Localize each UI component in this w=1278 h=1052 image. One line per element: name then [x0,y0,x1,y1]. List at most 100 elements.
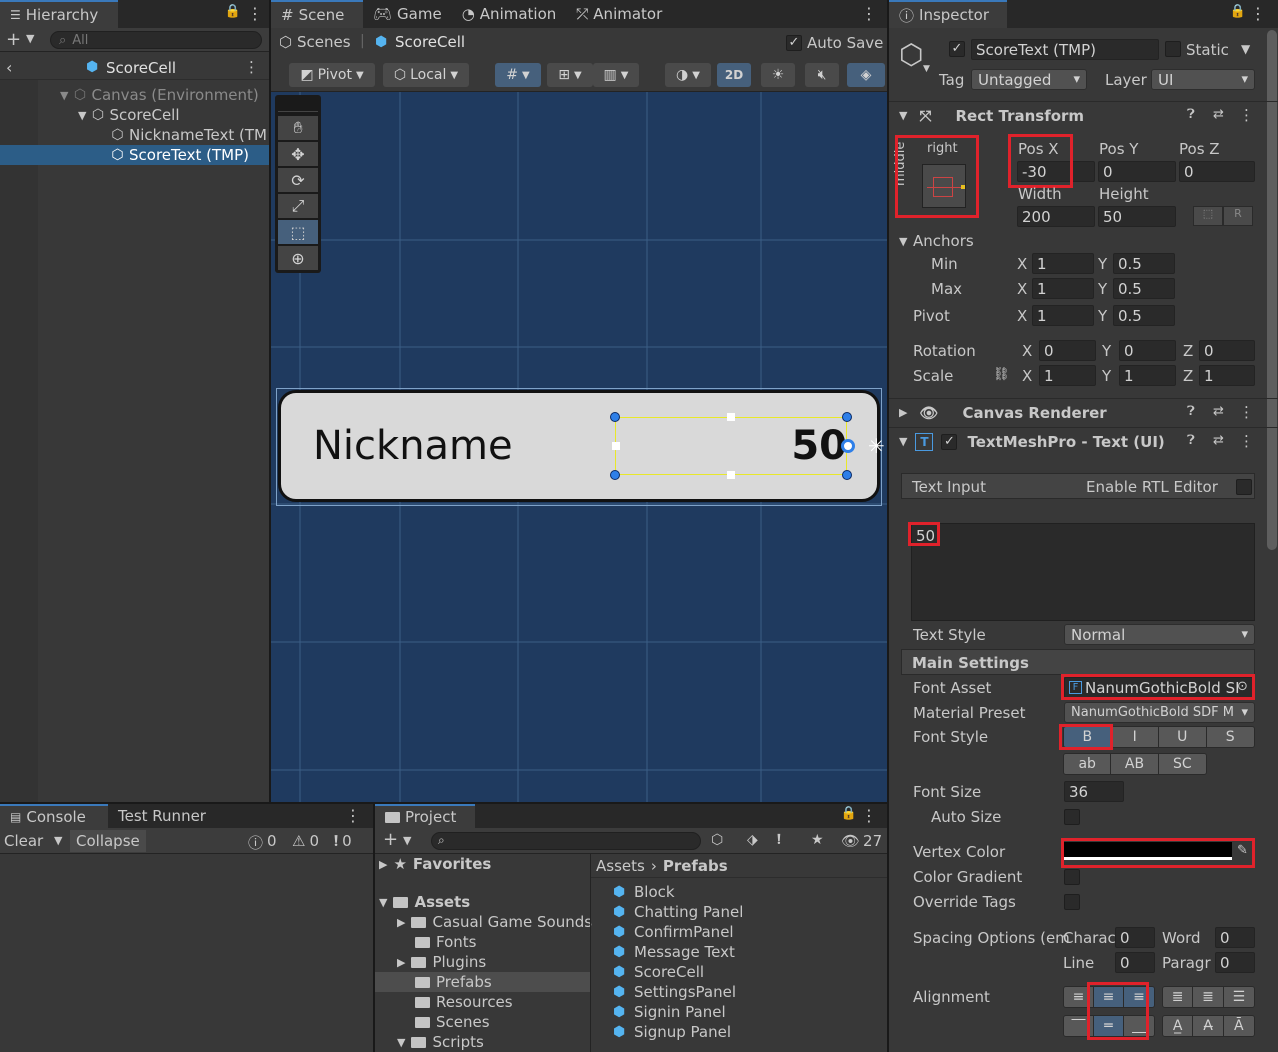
chevron-down-icon[interactable]: ▼ [54,834,62,847]
breadcrumb-prefabs[interactable]: Prefabs [663,857,728,875]
strikethrough-button[interactable]: S [1206,727,1254,747]
capline-button[interactable]: Ā [1223,1016,1254,1036]
label-icon[interactable]: ⬗ [747,832,758,848]
2d-toggle[interactable]: 2D [717,63,751,87]
hierarchy-item-scorecell[interactable]: ▼ ⬡ ScoreCell [0,105,269,125]
justify-button[interactable]: ≣ [1163,987,1194,1007]
foldout-arrow-icon[interactable]: ▼ [899,235,907,248]
kebab-menu-icon[interactable]: ⋮ [861,4,877,23]
move-tool[interactable]: ✥ [278,142,318,166]
align-middle-button[interactable]: ═ [1094,1016,1124,1036]
hand-tool[interactable]: ✋︎ [278,116,318,140]
breadcrumb-scenes[interactable]: Scenes [297,33,351,51]
add-icon[interactable]: + [383,829,398,850]
auto-size-checkbox[interactable] [1064,809,1080,825]
folder-prefabs[interactable]: Prefabs [415,972,492,992]
anchor-min-x-field[interactable]: 1 [1032,253,1094,274]
underline-button[interactable]: U [1159,727,1207,747]
prefab-item[interactable]: ⬢ Chatting Panel [613,902,743,922]
align-top-button[interactable]: ⎺ [1064,1016,1094,1036]
align-right-button[interactable]: ≡ [1124,987,1154,1007]
rtl-checkbox[interactable] [1236,479,1252,495]
ruler-button[interactable]: ▥ ▼ [593,63,639,87]
edge-handle[interactable] [727,471,735,479]
font-size-field[interactable]: 36 [1064,781,1124,802]
breadcrumb-scorecell[interactable]: ScoreCell [395,33,465,51]
help-icon[interactable]: ❓︎ [1187,404,1195,419]
folder-plugins[interactable]: ▶ Plugins [397,952,486,972]
static-checkbox[interactable] [1165,41,1181,57]
help-icon[interactable]: ❓︎ [1187,107,1195,122]
lock-icon[interactable]: 🔒 [1230,4,1246,19]
tab-project[interactable]: Project [375,804,475,828]
kebab-menu-icon[interactable]: ⋮ [1239,403,1254,421]
edge-handle[interactable] [612,442,620,450]
local-dropdown[interactable]: ⬡ Local ▼ [383,63,469,87]
selection-handle[interactable] [610,470,620,480]
anchor-max-x-field[interactable]: 1 [1032,278,1094,299]
star-icon[interactable]: ★ [811,832,824,848]
align-center-button[interactable]: ≡ [1094,987,1124,1007]
baseline-button[interactable]: A̲ [1163,1016,1194,1036]
kebab-menu-icon[interactable]: ⋮ [861,806,877,825]
visibility-count[interactable]: 👁︎ 27 [841,832,882,850]
line-spacing-field[interactable]: 0 [1115,952,1155,973]
override-tags-checkbox[interactable] [1064,894,1080,910]
help-icon[interactable]: ❓︎ [1187,433,1195,448]
search-input[interactable]: ⌕ All [50,31,262,49]
effects-toggle[interactable]: ◈ [847,63,885,87]
prefab-item[interactable]: ⬢ Signin Panel [613,1002,726,1022]
warning-count[interactable]: ⚠ 0 [292,832,319,850]
lighting-toggle[interactable]: ☀ [761,63,795,87]
width-field[interactable]: 200 [1017,206,1095,227]
kebab-menu-icon[interactable]: ⋮ [1239,106,1254,124]
layer-dropdown[interactable]: UI [1151,69,1255,90]
tab-hierarchy[interactable]: ☰ Hierarchy [0,0,118,28]
tmp-enabled-checkbox[interactable]: ✓ [941,433,958,450]
geometry-center-button[interactable]: ☰ [1223,987,1254,1007]
collapse-button[interactable]: Collapse [70,830,146,852]
posz-field[interactable]: 0 [1179,161,1255,182]
vertex-color-field[interactable] [1064,842,1232,860]
kebab-menu-icon[interactable]: ⋮ [345,806,361,825]
tab-game[interactable]: 🎮︎ Game [363,0,452,28]
draw-mode-button[interactable]: ◑ ▼ [665,63,711,87]
hierarchy-item-scoretext[interactable]: ⬡ ScoreText (TMP) [0,145,269,165]
tab-animation[interactable]: ◔ Animation [452,0,567,28]
selection-handle[interactable] [842,412,852,422]
kebab-menu-icon[interactable]: ⋮ [247,4,263,23]
tag-dropdown[interactable]: Untagged [971,69,1087,90]
italic-button[interactable]: I [1111,727,1159,747]
add-icon[interactable]: + [6,29,21,50]
pivot-x-field[interactable]: 1 [1032,305,1094,326]
folder-casual-game-sounds[interactable]: ▶ Casual Game Sounds [397,912,592,932]
kebab-menu-icon[interactable]: ⋮ [1250,4,1266,23]
eyedropper-icon[interactable]: ✎ [1237,843,1248,858]
audio-toggle[interactable]: 🔇︎ [805,63,839,87]
prefab-item[interactable]: ⬢ ScoreCell [613,962,704,982]
chevron-down-icon[interactable]: ▼ [26,32,34,45]
word-spacing-field[interactable]: 0 [1215,927,1255,948]
search-by-type-icon[interactable]: ⬡ [711,832,723,848]
hierarchy-item-canvas[interactable]: ▼ ⬡ Canvas (Environment) [0,85,269,105]
selection-handle[interactable] [842,470,852,480]
selection-rect[interactable] [615,417,847,475]
selection-handle[interactable] [610,412,620,422]
uppercase-button[interactable]: AB [1111,754,1159,774]
chevron-down-icon[interactable]: ▼ [1241,42,1250,56]
breadcrumb-assets[interactable]: Assets [596,857,645,875]
lock-icon[interactable]: 🔒 [841,806,857,821]
folder-resources[interactable]: Resources [415,992,513,1012]
tab-inspector[interactable]: ⓘ Inspector [889,0,1007,28]
chevron-down-icon[interactable]: ▼ [403,834,411,847]
blueprint-mode-button[interactable]: ⬚ [1193,206,1223,226]
text-input-area[interactable]: 50 [911,523,1255,621]
tab-animator[interactable]: ⤱ Animator [566,0,672,28]
auto-save-checkbox[interactable]: ✓ [786,35,802,51]
prefab-item[interactable]: ⬢ ConfirmPanel [613,922,734,942]
flush-button[interactable]: ≣ [1193,987,1224,1007]
preset-icon[interactable]: ⇄ [1213,433,1224,448]
error-filter-icon[interactable]: ❗︎ [777,832,781,848]
rotate-tool[interactable]: ⟳ [278,168,318,192]
tab-console[interactable]: ▤ Console [0,804,108,828]
